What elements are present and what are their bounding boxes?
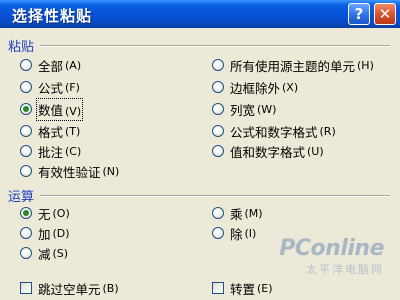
- close-x-icon: ✕: [378, 5, 392, 23]
- paste-group-divider: [40, 45, 390, 47]
- paste-option-column-widths[interactable]: 列宽 (W): [212, 100, 276, 118]
- radio-selected-dot: [23, 210, 29, 216]
- skip-blanks-checkbox[interactable]: 跳过空单元 (B): [20, 279, 119, 297]
- operation-option-add[interactable]: 加 (D): [20, 224, 70, 242]
- option-label: 公式: [38, 80, 64, 96]
- paste-option-values-number-formats[interactable]: 值和数字格式 (U): [212, 142, 324, 160]
- radio-selected-dot: [23, 106, 29, 112]
- paste-option-all[interactable]: 全部 (A): [20, 56, 81, 74]
- close-button[interactable]: ✕: [374, 3, 396, 25]
- checkbox-box[interactable]: [212, 282, 224, 294]
- operation-group-divider: [40, 195, 390, 197]
- option-label: 有效性验证: [38, 164, 101, 180]
- radio-button[interactable]: [212, 145, 224, 157]
- paste-special-dialog: 选择性粘贴 ? ✕ 粘贴 全部 (A) 公式 (F) 数值 (V) 格式 (T) …: [0, 0, 400, 300]
- radio-button[interactable]: [212, 227, 224, 239]
- option-label: 加: [38, 226, 51, 242]
- paste-option-formulas-number-formats[interactable]: 公式和数字格式 (R): [212, 122, 336, 140]
- radio-button[interactable]: [212, 103, 224, 115]
- option-label: 所有使用源主题的单元: [230, 58, 356, 74]
- option-hotkey: (F): [65, 80, 80, 94]
- window-title: 选择性粘贴: [12, 7, 93, 25]
- option-hotkey: (E): [257, 281, 273, 295]
- option-label: 公式和数字格式: [230, 124, 318, 140]
- option-hotkey: (R): [319, 124, 336, 138]
- option-label: 乘: [230, 206, 243, 222]
- radio-button-selected[interactable]: [20, 207, 32, 219]
- checkbox-box[interactable]: [20, 282, 32, 294]
- help-button[interactable]: ?: [348, 3, 370, 25]
- option-hotkey: (M): [244, 206, 263, 220]
- radio-button[interactable]: [20, 165, 32, 177]
- option-hotkey: (D): [52, 226, 70, 240]
- paste-option-validation[interactable]: 有效性验证 (N): [20, 162, 119, 180]
- pconline-watermark: PConline 太平洋电脑网: [279, 236, 384, 277]
- option-hotkey: (C): [65, 144, 82, 158]
- question-mark-icon: ?: [354, 5, 364, 23]
- watermark-subtext: 太平洋电脑网: [306, 263, 384, 276]
- option-label: 数值 (V): [35, 97, 84, 121]
- option-hotkey: (X): [282, 80, 299, 94]
- option-hotkey: (I): [244, 226, 257, 240]
- option-hotkey: (H): [357, 58, 374, 72]
- paste-option-comments[interactable]: 批注 (C): [20, 142, 81, 160]
- radio-button[interactable]: [20, 125, 32, 137]
- option-hotkey: (T): [65, 124, 81, 138]
- option-label: 减: [38, 246, 51, 262]
- paste-option-source-theme[interactable]: 所有使用源主题的单元 (H): [212, 56, 374, 74]
- option-hotkey: (A): [65, 58, 82, 72]
- radio-button[interactable]: [20, 59, 32, 71]
- option-label: 全部: [38, 58, 64, 74]
- watermark-logo-text: PConline: [279, 236, 384, 261]
- option-label: 批注: [38, 144, 64, 160]
- option-hotkey: (B): [102, 281, 119, 295]
- paste-option-formats[interactable]: 格式 (T): [20, 122, 80, 140]
- operation-option-subtract[interactable]: 减 (S): [20, 244, 68, 262]
- option-label: 除: [230, 226, 243, 242]
- option-hotkey: (N): [102, 164, 120, 178]
- option-label: 格式: [38, 124, 64, 140]
- radio-button[interactable]: [212, 207, 224, 219]
- option-label: 边框除外: [230, 80, 281, 96]
- radio-button[interactable]: [20, 145, 32, 157]
- paste-option-formulas[interactable]: 公式 (F): [20, 78, 80, 96]
- radio-button[interactable]: [20, 227, 32, 239]
- operation-option-divide[interactable]: 除 (I): [212, 224, 256, 242]
- option-label: 列宽: [230, 102, 256, 118]
- option-label: 跳过空单元: [38, 281, 101, 297]
- operation-option-none[interactable]: 无 (O): [20, 204, 70, 222]
- option-hotkey: (W): [257, 102, 277, 116]
- paste-group-label: 粘贴: [8, 40, 35, 55]
- option-label: 无: [38, 206, 51, 222]
- option-label: 转置: [230, 281, 256, 297]
- option-hotkey: (U): [307, 144, 324, 158]
- radio-button[interactable]: [20, 81, 32, 93]
- option-label: 值和数字格式: [230, 144, 306, 160]
- radio-button[interactable]: [212, 59, 224, 71]
- operation-option-multiply[interactable]: 乘 (M): [212, 204, 263, 222]
- title-bar[interactable]: 选择性粘贴 ? ✕: [0, 0, 400, 28]
- radio-button-selected[interactable]: [20, 103, 32, 115]
- option-hotkey: (S): [52, 246, 69, 260]
- radio-button[interactable]: [20, 247, 32, 259]
- operation-group-label: 运算: [8, 190, 35, 205]
- paste-option-except-borders[interactable]: 边框除外 (X): [212, 78, 298, 96]
- paste-option-values[interactable]: 数值 (V): [20, 97, 84, 121]
- transpose-checkbox[interactable]: 转置 (E): [212, 279, 273, 297]
- radio-button[interactable]: [212, 125, 224, 137]
- option-hotkey: (O): [52, 206, 70, 220]
- radio-button[interactable]: [212, 81, 224, 93]
